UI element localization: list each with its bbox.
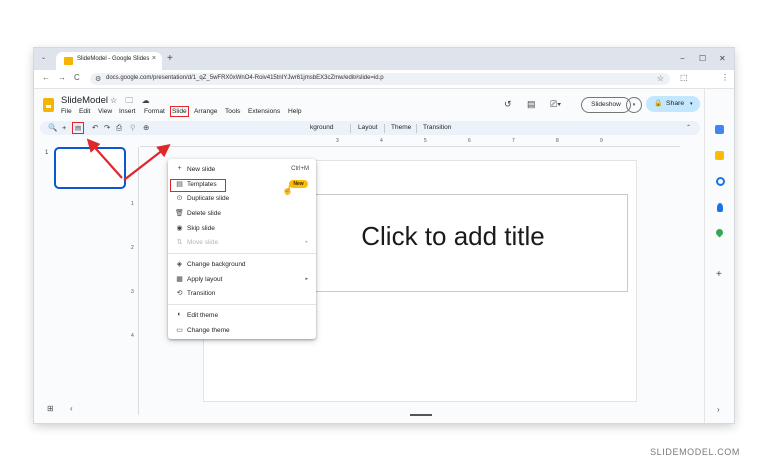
watermark-footer: SLIDEMODEL.COM bbox=[650, 447, 740, 457]
arrow-to-toolbar-templates bbox=[86, 138, 123, 179]
arrow-to-menu-templates bbox=[123, 143, 171, 181]
annotation-arrows bbox=[86, 138, 171, 181]
